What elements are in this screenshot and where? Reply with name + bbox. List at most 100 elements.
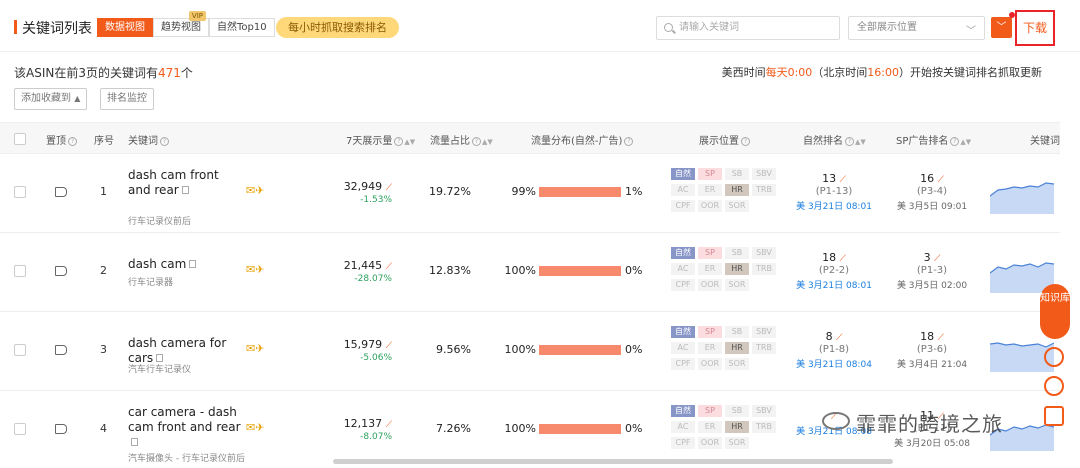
notice-part: ）开始按关键词排名抓取更新 xyxy=(899,66,1042,79)
keyword-trend-sparkline[interactable] xyxy=(990,178,1054,214)
distribution-organic: 100% xyxy=(504,343,536,356)
rank-monitor-button[interactable]: 排名监控 xyxy=(100,88,154,110)
trend-icon[interactable]: ⟋ xyxy=(386,262,392,272)
download-button[interactable]: 下载 xyxy=(1015,10,1055,46)
tag-icon[interactable] xyxy=(55,424,67,434)
col-organic-rank[interactable]: 自然排名? ▲▼ xyxy=(803,132,866,147)
knowledge-base-button[interactable]: 知识库 xyxy=(1040,284,1070,339)
placement-badge: HR xyxy=(725,421,749,433)
tab-data-view[interactable]: 数据视图 xyxy=(97,18,153,37)
placement-badges: 自然 SP SB SBV AC ER HR TRB CPF OOR SOR xyxy=(671,326,776,370)
distribution-ad: 1% xyxy=(625,185,643,198)
tag-icon[interactable] xyxy=(55,345,67,355)
copy-icon[interactable] xyxy=(131,438,138,446)
impressions-value: 15,979 ⟋ xyxy=(343,338,392,351)
organic-date[interactable]: 美 3月21日 08:01 xyxy=(789,199,879,212)
row-checkbox[interactable] xyxy=(14,186,26,198)
trend-icon[interactable]: ⟋ xyxy=(840,254,846,264)
trend-icon[interactable]: ⟋ xyxy=(386,341,392,351)
trend-icon[interactable]: ⟋ xyxy=(840,175,846,185)
copy-icon[interactable] xyxy=(189,260,197,268)
keyword-tools-icon[interactable]: ✉✈ xyxy=(246,342,264,355)
help-icon[interactable]: ? xyxy=(160,137,169,146)
horizontal-scrollbar[interactable] xyxy=(333,459,893,464)
placement-badge: ER xyxy=(698,342,722,354)
trend-icon[interactable]: ⟋ xyxy=(938,333,944,343)
tag-icon[interactable] xyxy=(55,187,67,197)
keyword-text[interactable]: car camera - dash cam front and rear xyxy=(128,405,243,450)
sort-icon[interactable]: ▲▼ xyxy=(404,138,415,146)
keyword-text[interactable]: dash cam front and rear xyxy=(128,168,243,198)
placement-badge: CPF xyxy=(671,437,695,449)
placement-badge: OOR xyxy=(698,200,722,212)
copy-icon[interactable] xyxy=(181,186,189,194)
placement-badge: SB xyxy=(725,326,749,338)
impressions-change: -1.53% xyxy=(360,195,392,205)
keyword-translation: 行车记录仪前后 xyxy=(128,217,192,227)
help-icon[interactable]: ? xyxy=(472,137,481,146)
tab-trend-view[interactable]: 趋势视图 VIP xyxy=(153,11,209,37)
help-icon[interactable]: ? xyxy=(950,137,960,146)
help-icon[interactable]: ? xyxy=(624,137,634,146)
placement-badge: 自然 xyxy=(671,168,695,180)
placement-badge: SP xyxy=(698,405,722,417)
trend-icon[interactable]: ⟋ xyxy=(934,254,940,264)
help-icon[interactable]: ? xyxy=(845,137,854,146)
tag-icon[interactable] xyxy=(55,266,67,276)
placement-badge: OOR xyxy=(698,358,722,370)
row-checkbox[interactable] xyxy=(14,423,26,435)
keyword-text[interactable]: dash cam xyxy=(128,257,243,272)
placement-badge: TRB xyxy=(752,342,776,354)
add-to-favorites-button[interactable]: 添加收藏到 ▲ xyxy=(14,88,88,110)
keyword-tools-icon[interactable]: ✉✈ xyxy=(246,184,264,197)
tab-trend-label: 趋势视图 xyxy=(161,22,201,33)
placement-badge: TRB xyxy=(752,421,776,433)
sort-icon[interactable]: ▲▼ xyxy=(482,138,493,146)
col-share[interactable]: 流量占比? ▲▼ xyxy=(430,132,493,147)
sort-icon[interactable]: ▲▼ xyxy=(960,138,971,146)
chevron-down-icon: ﹀ xyxy=(996,22,1007,33)
help-icon[interactable]: ? xyxy=(741,137,750,146)
notice-part: 美西时间 xyxy=(721,66,766,79)
row-checkbox[interactable] xyxy=(14,265,26,277)
row-checkbox[interactable] xyxy=(14,344,26,356)
placement-select[interactable]: 全部展示位置 ﹀ xyxy=(848,16,985,40)
feedback-icon[interactable] xyxy=(1044,406,1064,426)
trend-icon[interactable]: ⟋ xyxy=(938,175,944,185)
sort-icon[interactable]: ▲▼ xyxy=(855,138,866,146)
organic-page: (P1-13) xyxy=(815,186,853,197)
placement-badge: SB xyxy=(725,247,749,259)
trend-icon[interactable]: ⟋ xyxy=(386,420,392,430)
placement-badge: SBV xyxy=(752,247,776,259)
tab-organic-top10[interactable]: 自然Top10 xyxy=(209,18,275,37)
sp-rank-cell: 3 ⟋ (P1-3) 美 3月5日 02:00 xyxy=(887,251,977,291)
keyword-translation: 汽车行车记录仪 xyxy=(128,365,192,375)
keyword-tools-icon[interactable]: ✉✈ xyxy=(246,421,264,434)
support-agent-icon[interactable] xyxy=(1044,347,1064,367)
keyword-translation: 汽车摄像头 - 行车记录仪前后 xyxy=(128,454,245,464)
organic-date[interactable]: 美 3月21日 08:01 xyxy=(789,278,879,291)
col-index: 序号 xyxy=(94,136,114,147)
placement-badge: SBV xyxy=(752,405,776,417)
keyword-search-input[interactable]: 请输入关键词 xyxy=(656,16,840,40)
trend-icon[interactable]: ⟋ xyxy=(836,333,842,343)
help-icon[interactable]: ? xyxy=(394,137,404,146)
placement-badge: AC xyxy=(671,263,695,275)
placement-badge: SB xyxy=(725,405,749,417)
chat-icon[interactable] xyxy=(1044,376,1064,396)
select-all-checkbox[interactable] xyxy=(14,133,26,145)
organic-date[interactable]: 美 3月21日 08:04 xyxy=(789,357,879,370)
col-impressions[interactable]: 7天展示量? ▲▼ xyxy=(346,132,415,147)
copy-icon[interactable] xyxy=(156,354,164,362)
hourly-scrape-button[interactable]: 每小时抓取搜索排名 xyxy=(276,17,399,38)
keyword-tools-icon[interactable]: ✉✈ xyxy=(246,263,264,276)
distribution-ad: 0% xyxy=(625,264,643,277)
top-bar: 关键词列表 数据视图 趋势视图 VIP 自然Top10 每小时抓取搜索排名 请输入… xyxy=(0,0,1080,52)
col-pin: 置顶? xyxy=(46,132,77,147)
trend-icon[interactable]: ⟋ xyxy=(386,183,392,193)
help-icon[interactable]: ? xyxy=(68,137,77,146)
dropdown-toggle-button[interactable]: ﹀ xyxy=(991,17,1012,38)
col-sp-rank[interactable]: SP广告排名? ▲▼ xyxy=(896,132,971,147)
distribution-bar xyxy=(539,187,621,197)
row-index: 4 xyxy=(100,422,107,435)
